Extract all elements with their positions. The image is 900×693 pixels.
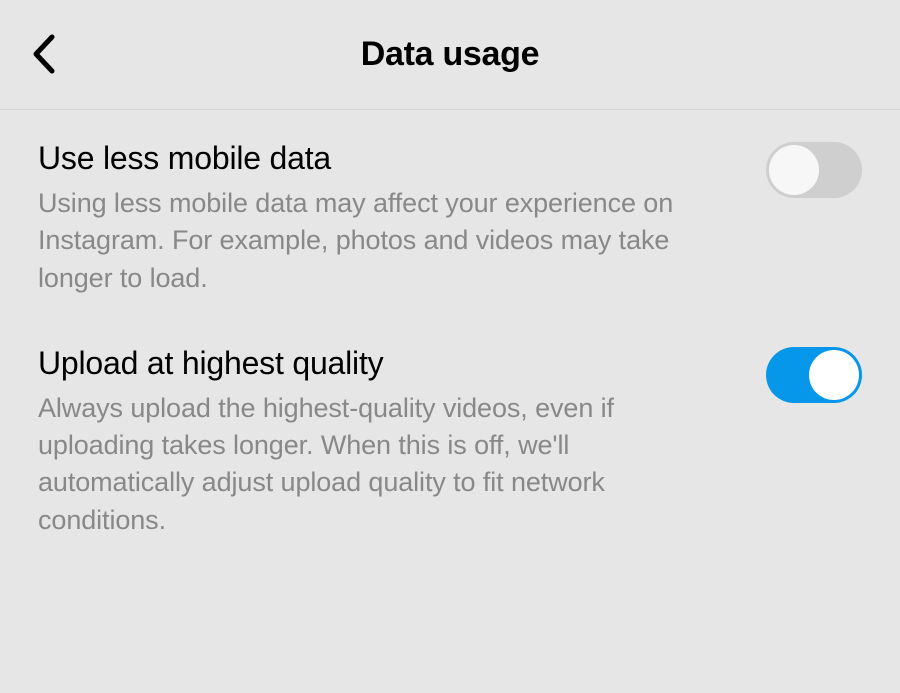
settings-content: Use less mobile data Using less mobile d… <box>0 110 900 539</box>
chevron-left-icon <box>32 34 56 74</box>
setting-description: Using less mobile data may affect your e… <box>38 185 726 297</box>
setting-text: Upload at highest quality Always upload … <box>38 345 766 539</box>
setting-title: Use less mobile data <box>38 140 726 177</box>
toggle-knob <box>769 145 819 195</box>
toggle-use-less-mobile-data[interactable] <box>766 142 862 198</box>
back-button[interactable] <box>20 30 68 78</box>
page-title: Data usage <box>0 35 900 74</box>
setting-text: Use less mobile data Using less mobile d… <box>38 140 766 297</box>
setting-description: Always upload the highest-quality videos… <box>38 390 726 539</box>
toggle-upload-highest-quality[interactable] <box>766 347 862 403</box>
setting-upload-highest-quality: Upload at highest quality Always upload … <box>38 345 862 539</box>
setting-use-less-mobile-data: Use less mobile data Using less mobile d… <box>38 140 862 297</box>
header: Data usage <box>0 0 900 110</box>
toggle-knob <box>809 350 859 400</box>
setting-title: Upload at highest quality <box>38 345 726 382</box>
